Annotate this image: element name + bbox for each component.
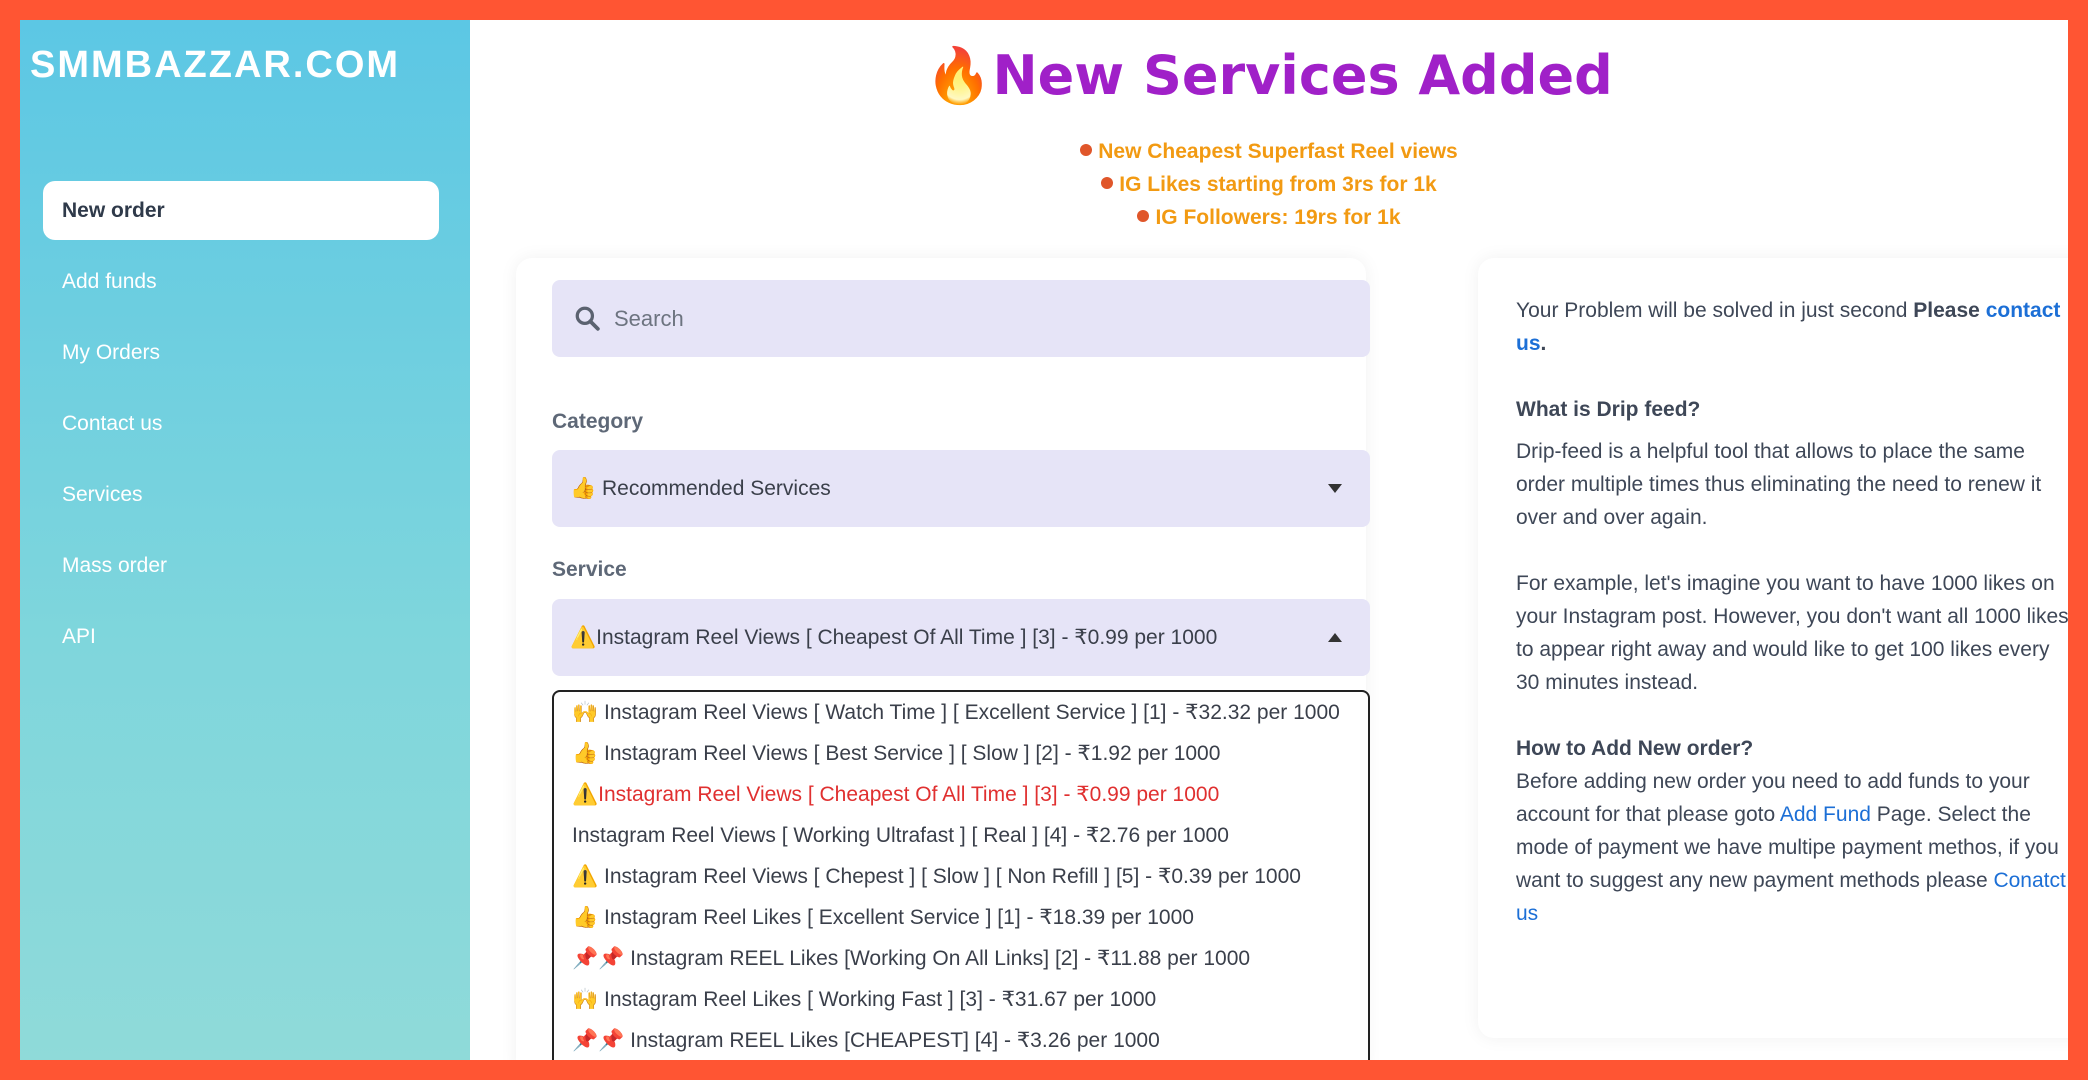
category-select[interactable]: 👍 Recommended Services [552, 450, 1370, 527]
search-box [552, 280, 1370, 357]
drip-feed-paragraph: Drip-feed is a helpful tool that allows … [1516, 440, 2042, 529]
service-option[interactable]: 🙌 Instagram Reel Views [ Watch Time ] [ … [554, 692, 1368, 733]
sidebar-item-add-funds[interactable]: Add funds [43, 252, 439, 311]
bullet-icon [1080, 144, 1093, 156]
sidebar-nav: New order Add funds My Orders Contact us… [43, 181, 439, 678]
service-dropdown-list: 🙌 Instagram Reel Views [ Watch Time ] [ … [552, 690, 1370, 1060]
sidebar-item-my-orders[interactable]: My Orders [43, 323, 439, 382]
sidebar-item-api[interactable]: API [43, 607, 439, 666]
promo-item: IG Likes starting from 3rs for 1k [470, 168, 2068, 201]
info-panel: Your Problem will be solved in just seco… [1478, 258, 2068, 1038]
sidebar-item-mass-order[interactable]: Mass order [43, 536, 439, 595]
info-text: Your Problem will be solved in just seco… [1516, 294, 2068, 930]
order-form: Category 👍 Recommended Services Service … [516, 258, 1370, 1060]
service-value: ⚠️Instagram Reel Views [ Cheapest Of All… [570, 626, 1218, 649]
service-option[interactable]: 📌📌 Instagram REEL Likes [Working On All … [554, 938, 1368, 979]
search-icon [575, 306, 600, 331]
service-option[interactable]: 👍 Instagram Reel Likes [ Excellent Servi… [554, 897, 1368, 938]
announcement-title: 🔥New Services Added [470, 44, 2068, 108]
search-input[interactable] [614, 280, 1354, 357]
caret-up-icon [1328, 633, 1342, 642]
sidebar: SMMBAZZAR.COM New order Add funds My Ord… [20, 20, 470, 1060]
main-content: 🔥New Services Added New Cheapest Superfa… [470, 20, 2068, 1060]
service-option[interactable]: ⚠️ Instagram Reel Views [ Chepest ] [ Sl… [554, 856, 1368, 897]
sidebar-item-new-order[interactable]: New order [43, 181, 439, 240]
drip-feed-example: For example, let's imagine you want to h… [1516, 572, 2068, 694]
bullet-icon [1101, 177, 1114, 189]
category-label: Category [552, 410, 644, 433]
drip-feed-heading: What is Drip feed? [1516, 398, 1701, 421]
fire-icon: 🔥 [925, 44, 993, 107]
promo-list: New Cheapest Superfast Reel views IG Lik… [470, 135, 2068, 234]
promo-item: New Cheapest Superfast Reel views [470, 135, 2068, 168]
service-option[interactable]: 📌📌 Instagram REEL Likes [CHEAPEST] [4] -… [554, 1020, 1368, 1060]
brand-logo[interactable]: SMMBAZZAR.COM [30, 44, 400, 87]
service-option-selected[interactable]: ⚠️Instagram Reel Views [ Cheapest Of All… [554, 774, 1368, 815]
help-paragraph: Your Problem will be solved in just seco… [1516, 299, 2061, 355]
bullet-icon [1137, 210, 1150, 222]
how-to-paragraph: Before adding new order you need to add … [1516, 770, 2066, 925]
app-frame: SMMBAZZAR.COM New order Add funds My Ord… [20, 20, 2068, 1060]
announcement-title-text: New Services Added [992, 44, 1613, 107]
caret-down-icon [1328, 484, 1342, 493]
add-fund-link[interactable]: Add Fund [1780, 803, 1871, 826]
category-value: 👍 Recommended Services [570, 477, 831, 500]
sidebar-item-services[interactable]: Services [43, 465, 439, 524]
sidebar-item-contact-us[interactable]: Contact us [43, 394, 439, 453]
promo-item: IG Followers: 19rs for 1k [470, 201, 2068, 234]
service-option[interactable]: 👍 Instagram Reel Views [ Best Service ] … [554, 733, 1368, 774]
service-option[interactable]: Instagram Reel Views [ Working Ultrafast… [554, 815, 1368, 856]
how-to-heading: How to Add New order? [1516, 737, 1754, 760]
service-option[interactable]: 🙌 Instagram Reel Likes [ Working Fast ] … [554, 979, 1368, 1020]
service-select[interactable]: ⚠️Instagram Reel Views [ Cheapest Of All… [552, 599, 1370, 676]
service-label: Service [552, 558, 627, 581]
